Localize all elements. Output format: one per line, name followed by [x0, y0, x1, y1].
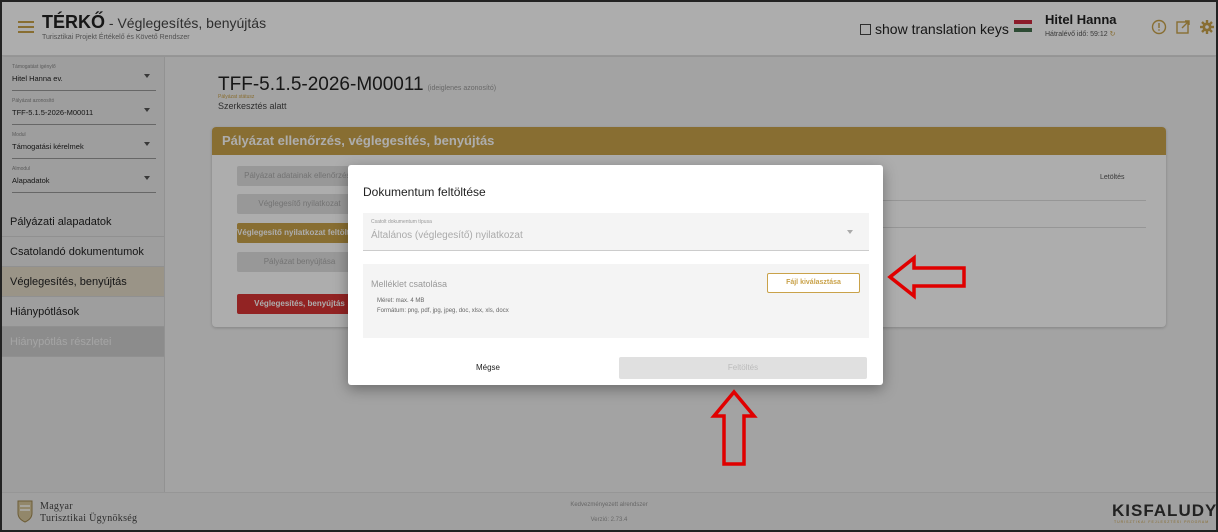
document-type-value: Általános (véglegesítő) nyilatkozat: [371, 230, 523, 241]
attachment-area: Melléklet csatolása Méret: max. 4 MB For…: [363, 264, 869, 338]
upload-document-dialog: Dokumentum feltöltése Csatolt dokumentum…: [348, 165, 883, 385]
up-arrow-annotation-icon: [710, 389, 758, 466]
dialog-title: Dokumentum feltöltése: [363, 185, 486, 199]
size-limit-note: Méret: max. 4 MB: [377, 298, 425, 304]
left-arrow-annotation-icon: [887, 254, 966, 300]
chevron-down-icon: [847, 230, 853, 234]
cancel-button[interactable]: Mégse: [363, 357, 613, 379]
choose-file-button[interactable]: Fájl kiválasztása: [767, 273, 860, 293]
app-window: TÉRKŐ - Véglegesítés, benyújtás Turiszti…: [0, 0, 1218, 532]
document-type-label: Csatolt dokumentum típusa: [371, 219, 432, 225]
formats-note: Formátum: png, pdf, jpg, jpeg, doc, xlsx…: [377, 308, 509, 314]
attachment-title: Melléklet csatolása: [371, 279, 448, 289]
document-type-select[interactable]: Csatolt dokumentum típusa Általános (vég…: [363, 213, 869, 251]
upload-button[interactable]: Feltöltés: [619, 357, 867, 379]
